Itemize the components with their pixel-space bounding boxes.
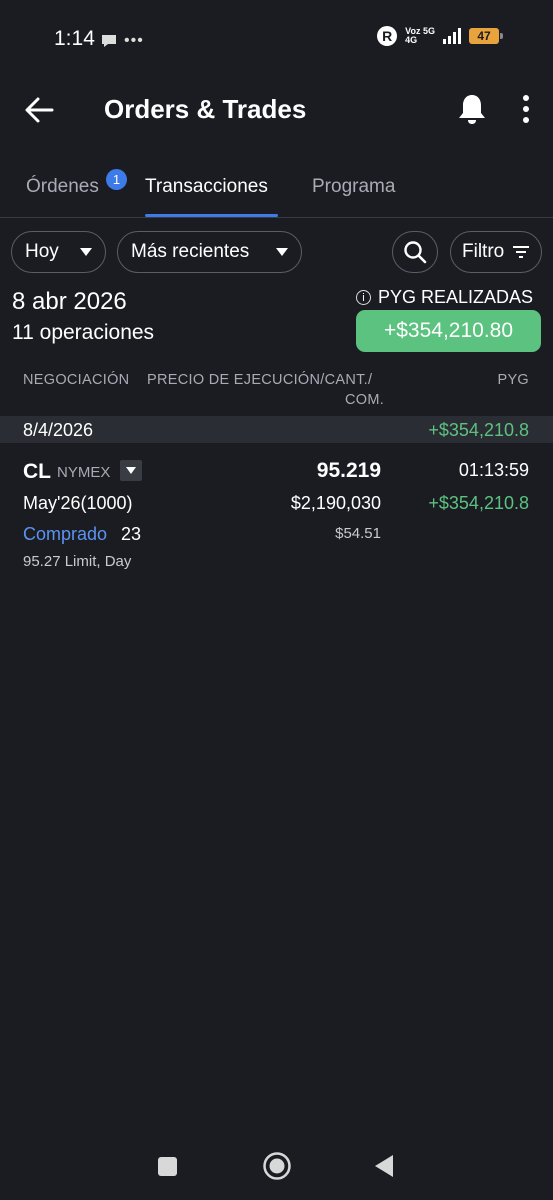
- notification-icons: •••: [100, 32, 144, 50]
- realized-pnl-label: i PYG REALIZADAS: [356, 287, 533, 308]
- page-title: Orders & Trades: [104, 94, 307, 124]
- group-pnl: +$354,210.8: [428, 420, 529, 440]
- caret-down-icon: [276, 248, 288, 256]
- tab-ordenes[interactable]: Órdenes: [26, 176, 99, 198]
- trade-commission: $54.51: [335, 525, 381, 542]
- trade-quantity: 23: [121, 524, 142, 544]
- caret-down-icon: [126, 467, 136, 474]
- more-notifications-icon: •••: [124, 32, 144, 49]
- execution-price: 95.219: [316, 459, 381, 482]
- tab-programa[interactable]: Programa: [312, 176, 395, 198]
- info-icon[interactable]: i: [356, 290, 371, 305]
- battery-icon: 47: [469, 28, 503, 44]
- tab-divider: [0, 217, 553, 218]
- trade-notional: $2,190,030: [290, 493, 381, 513]
- filter-button[interactable]: Filtro: [450, 231, 542, 273]
- sort-dropdown[interactable]: Más recientes: [117, 231, 302, 273]
- chat-icon: [102, 35, 116, 47]
- status-time: 1:14: [54, 27, 95, 50]
- summary-date: 8 abr 2026: [12, 288, 127, 315]
- search-button[interactable]: [392, 231, 438, 273]
- tab-badge: 1: [106, 169, 127, 190]
- period-dropdown[interactable]: Hoy: [11, 231, 106, 273]
- filter-label: Filtro: [462, 241, 505, 262]
- trade-symbol: CL: [23, 460, 51, 483]
- trade-pnl: +$354,210.8: [428, 493, 529, 513]
- bell-icon: [459, 95, 485, 124]
- order-description: 95.27 Limit, Day: [23, 553, 132, 570]
- contract-name: May'26(1000): [23, 493, 133, 513]
- column-header-commission: COM.: [345, 392, 385, 408]
- more-vertical-icon: [523, 95, 529, 123]
- recent-apps-button[interactable]: [158, 1157, 177, 1176]
- signal-icon: [443, 28, 461, 44]
- r-badge-icon: R: [377, 26, 398, 46]
- column-header-exec: PRECIO DE EJECUCIÓN/CANT./: [147, 372, 373, 388]
- more-options-button[interactable]: [518, 92, 534, 126]
- column-header-trade: NEGOCIACIÓN: [23, 372, 130, 388]
- execution-time: 01:13:59: [458, 460, 529, 480]
- operations-count: 11 operaciones: [12, 321, 155, 344]
- system-back-button[interactable]: [372, 1153, 396, 1179]
- caret-down-icon: [80, 248, 92, 256]
- column-header-pnl: PYG: [497, 372, 529, 388]
- triangle-back-icon: [375, 1155, 393, 1177]
- filter-icon: [513, 246, 529, 258]
- trade-exchange: NYMEX: [57, 464, 111, 481]
- status-right: R Voz 5G 4G 47: [377, 26, 503, 46]
- network-label: Voz 5G 4G: [405, 26, 435, 45]
- home-icon: [263, 1152, 291, 1180]
- realized-pnl-value: +$354,210.80: [356, 310, 541, 352]
- notifications-button[interactable]: [456, 92, 488, 126]
- group-date: 8/4/2026: [23, 420, 94, 440]
- period-value: Hoy: [25, 241, 59, 262]
- trade-side: Comprado: [23, 524, 108, 544]
- arrow-left-icon: [25, 97, 54, 123]
- search-icon: [404, 241, 427, 264]
- tab-transacciones[interactable]: Transacciones: [145, 176, 268, 198]
- exchange-dropdown[interactable]: [120, 460, 142, 481]
- back-button[interactable]: [22, 92, 58, 128]
- sort-value: Más recientes: [131, 241, 250, 262]
- home-button[interactable]: [262, 1151, 292, 1181]
